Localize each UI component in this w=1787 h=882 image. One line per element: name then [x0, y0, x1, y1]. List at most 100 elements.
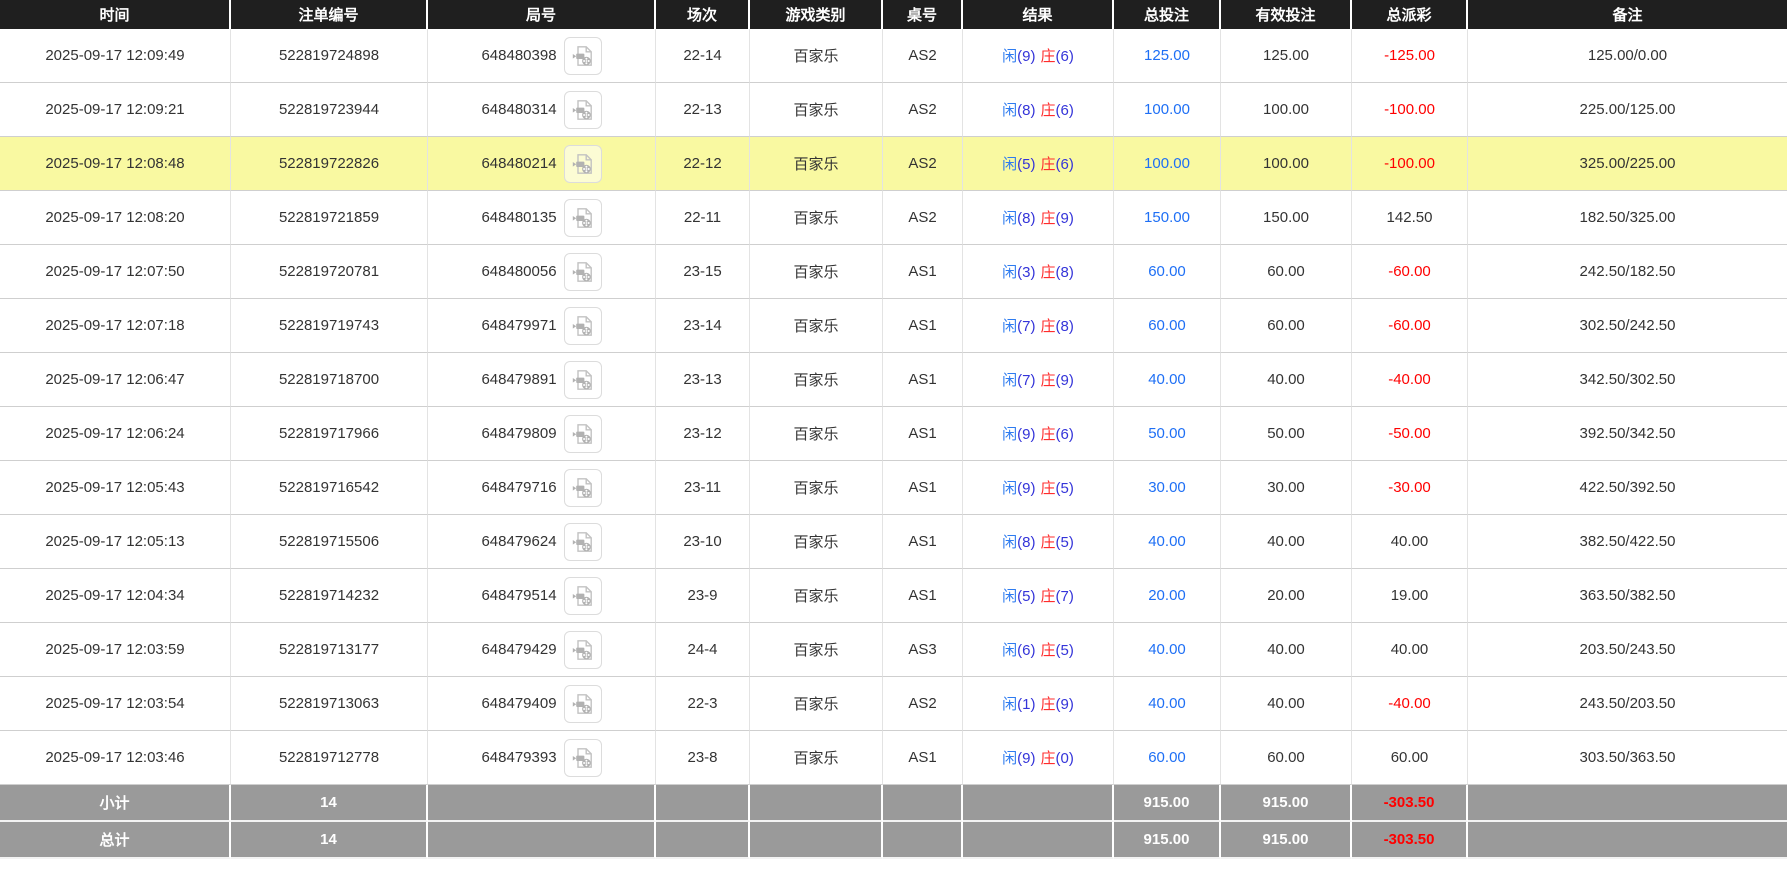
cell-total-bet: 40.00	[1114, 353, 1221, 407]
round-id-text: 648479716	[481, 479, 556, 496]
table-row[interactable]: 2025-09-17 12:09:21522819723944648480314…	[0, 83, 1787, 137]
cell-game-type: 百家乐	[750, 29, 883, 83]
table-row[interactable]: 2025-09-17 12:07:50522819720781648480056…	[0, 245, 1787, 299]
round-id-group: 648480056	[428, 253, 655, 291]
cell-session: 22-12	[656, 137, 750, 191]
round-id-text: 648480398	[481, 47, 556, 64]
cell-valid-bet: 100.00	[1221, 137, 1352, 191]
video-button[interactable]	[564, 145, 602, 183]
footer-label: 总计	[0, 822, 231, 859]
video-button[interactable]	[564, 469, 602, 507]
result-player-label: 闲	[1002, 372, 1017, 389]
video-button[interactable]	[564, 523, 602, 561]
video-button[interactable]	[564, 91, 602, 129]
round-id-text: 648479809	[481, 425, 556, 442]
cell-remark: 302.50/242.50	[1468, 299, 1787, 353]
result-banker-label: 庄	[1041, 750, 1056, 767]
round-id-group: 648479409	[428, 685, 655, 723]
footer-empty-cell	[750, 822, 883, 859]
table-row-selected[interactable]: 2025-09-17 12:08:48522819722826648480214…	[0, 137, 1787, 191]
cell-result: 闲(5)庄(7)	[963, 569, 1114, 623]
video-button[interactable]	[564, 577, 602, 615]
video-button[interactable]	[564, 631, 602, 669]
table-row[interactable]: 2025-09-17 12:05:13522819715506648479624…	[0, 515, 1787, 569]
video-record-icon	[571, 530, 595, 554]
header-cell-round-id: 局号	[428, 0, 656, 29]
video-button[interactable]	[564, 37, 602, 75]
cell-game-type: 百家乐	[750, 83, 883, 137]
table-row[interactable]: 2025-09-17 12:05:43522819716542648479716…	[0, 461, 1787, 515]
video-button[interactable]	[564, 253, 602, 291]
result-player-label: 闲	[1002, 696, 1017, 713]
footer-empty-cell	[428, 822, 656, 859]
table-row[interactable]: 2025-09-17 12:03:59522819713177648479429…	[0, 623, 1787, 677]
table-row[interactable]: 2025-09-17 12:03:46522819712778648479393…	[0, 731, 1787, 785]
cell-total-bet: 150.00	[1114, 191, 1221, 245]
video-button[interactable]	[564, 685, 602, 723]
result-banker-points: (9)	[1056, 372, 1074, 389]
result-player-points: (9)	[1017, 426, 1035, 443]
round-id-text: 648480314	[481, 101, 556, 118]
result-banker-label: 庄	[1041, 156, 1056, 173]
cell-remark: 203.50/243.50	[1468, 623, 1787, 677]
result-banker-points: (9)	[1056, 696, 1074, 713]
cell-round-id: 648479971	[428, 299, 656, 353]
result-banker-label: 庄	[1041, 426, 1056, 443]
round-id-group: 648479393	[428, 739, 655, 777]
cell-table-no: AS1	[883, 299, 963, 353]
result-banker-points: (8)	[1056, 318, 1074, 335]
cell-time: 2025-09-17 12:06:47	[0, 353, 231, 407]
table-row[interactable]: 2025-09-17 12:08:20522819721859 648480135…	[0, 191, 1787, 245]
bet-records-table: 时间注单编号局号场次游戏类别桌号结果总投注有效投注总派彩备注 2025-09-1…	[0, 0, 1787, 859]
table-row[interactable]: 2025-09-17 12:06:47522819718700648479891…	[0, 353, 1787, 407]
cell-session: 23-15	[656, 245, 750, 299]
cell-bet-id: 522819720781	[231, 245, 428, 299]
header-cell-game-type: 游戏类别	[750, 0, 883, 29]
round-id-text: 648480135	[481, 209, 556, 226]
cell-valid-bet: 20.00	[1221, 569, 1352, 623]
result-player-label: 闲	[1002, 318, 1017, 335]
cell-payout: -60.00	[1352, 245, 1468, 299]
footer-valid-bet: 915.00	[1221, 785, 1352, 822]
cell-result: 闲(9)庄(5)	[963, 461, 1114, 515]
cell-payout: -50.00	[1352, 407, 1468, 461]
video-button[interactable]	[564, 739, 602, 777]
cell-remark: 382.50/422.50	[1468, 515, 1787, 569]
cell-bet-id: 522819715506	[231, 515, 428, 569]
cell-round-id: 648480214	[428, 137, 656, 191]
result-player-points: (9)	[1017, 480, 1035, 497]
cell-round-id: 648479429	[428, 623, 656, 677]
cell-total-bet: 60.00	[1114, 299, 1221, 353]
cell-round-id: 648479393	[428, 731, 656, 785]
cell-round-id: 648480135	[428, 191, 656, 245]
result-player-points: (5)	[1017, 588, 1035, 605]
video-button[interactable]	[564, 199, 602, 237]
result-player-points: (7)	[1017, 372, 1035, 389]
table-row[interactable]: 2025-09-17 12:06:24522819717966648479809…	[0, 407, 1787, 461]
result-banker-points: (9)	[1056, 210, 1074, 227]
table-row[interactable]: 2025-09-17 12:09:49522819724898648480398…	[0, 29, 1787, 83]
video-record-icon	[571, 422, 595, 446]
table-row[interactable]: 2025-09-17 12:07:18522819719743648479971…	[0, 299, 1787, 353]
table-row[interactable]: 2025-09-17 12:04:34522819714232648479514…	[0, 569, 1787, 623]
video-record-icon	[571, 638, 595, 662]
result-banker-label: 庄	[1041, 372, 1056, 389]
video-button[interactable]	[564, 361, 602, 399]
cell-remark: 325.00/225.00	[1468, 137, 1787, 191]
table-row[interactable]: 2025-09-17 12:03:54522819713063648479409…	[0, 677, 1787, 731]
result-player-points: (5)	[1017, 156, 1035, 173]
cell-remark: 125.00/0.00	[1468, 29, 1787, 83]
cell-time: 2025-09-17 12:08:20	[0, 191, 231, 245]
cell-bet-id: 522819721859	[231, 191, 428, 245]
cell-session: 23-8	[656, 731, 750, 785]
round-id-text: 648479409	[481, 695, 556, 712]
result-banker-label: 庄	[1041, 480, 1056, 497]
video-button[interactable]	[564, 415, 602, 453]
round-id-group: 648480214	[428, 145, 655, 183]
round-id-group: 648479429	[428, 631, 655, 669]
video-button[interactable]	[564, 307, 602, 345]
cell-total-bet: 125.00	[1114, 29, 1221, 83]
round-id-group: 648479624	[428, 523, 655, 561]
video-record-icon	[571, 98, 595, 122]
cell-payout: -40.00	[1352, 353, 1468, 407]
